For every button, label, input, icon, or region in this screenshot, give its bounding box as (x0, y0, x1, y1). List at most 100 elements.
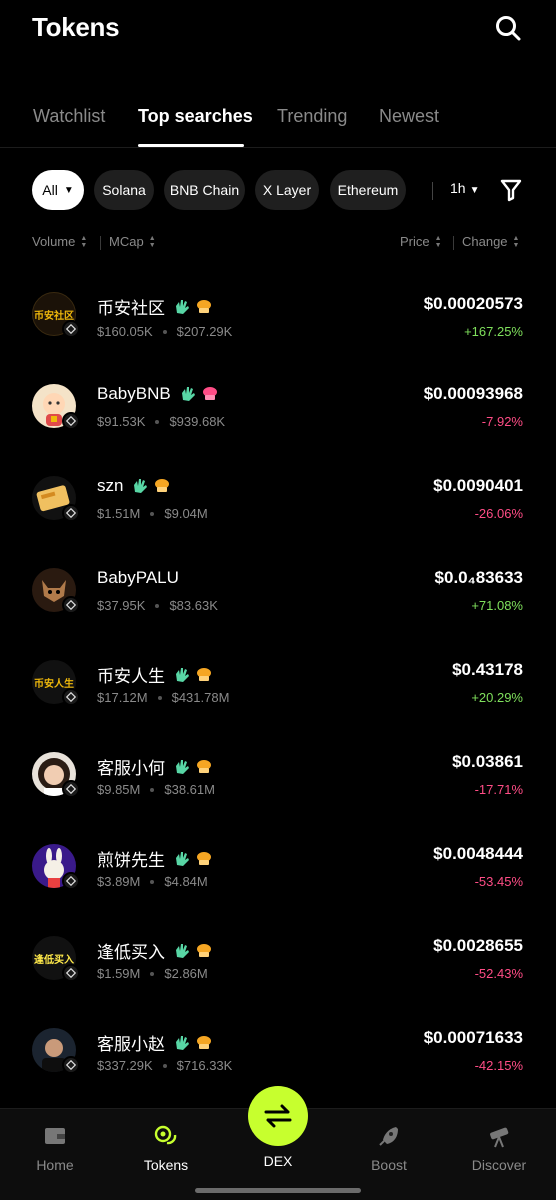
token-mcap: $83.63K (169, 598, 218, 613)
token-mcap: $9.04M (164, 506, 208, 521)
tab-newest[interactable]: Newest (379, 106, 439, 127)
token-meta: $17.12M $431.78M (97, 690, 229, 705)
token-mcap: $716.33K (176, 1058, 233, 1073)
token-price: $0.0048444 (433, 844, 523, 863)
bnb-chain-icon (62, 780, 80, 798)
search-icon[interactable] (494, 14, 522, 42)
nav-discover[interactable]: Discover (449, 1123, 549, 1173)
tab-top-searches[interactable]: Top searches (138, 106, 253, 127)
nav-home[interactable]: Home (5, 1123, 105, 1173)
token-name: 币安社区 (97, 299, 165, 318)
sort-volume[interactable]: Volume ▲ ▼ (32, 234, 87, 249)
token-change: -17.71% (474, 782, 523, 797)
token-row[interactable]: 币安人生 币安人生 $17.12M $431.78M $0.43178 +20.… (0, 638, 556, 730)
waving-hand-icon (176, 851, 189, 866)
token-meta: $337.29K $716.33K (97, 1058, 232, 1073)
token-row[interactable]: 逢低买入 逢低买入 $1.59M $2.86M $0.0028655 -52.4… (0, 914, 556, 1006)
chef-hat-icon (197, 943, 211, 957)
nav-label: Home (36, 1157, 74, 1173)
sort-mcap[interactable]: MCap ▲ ▼ (109, 234, 156, 249)
token-change: -42.15% (474, 1058, 523, 1073)
token-mcap: $431.78M (171, 690, 230, 705)
separator-dot (155, 419, 160, 424)
separator-dot (150, 971, 155, 976)
token-row[interactable]: BabyPALU $37.95K $83.63K $0.0₄83633 +71.… (0, 546, 556, 638)
token-row[interactable]: BabyBNB $91.53K $939.68K $0.00093968 -7.… (0, 362, 556, 454)
sort-arrows-icon: ▲ ▼ (512, 234, 520, 249)
sort-arrows-icon: ▲ ▼ (434, 234, 442, 249)
sort-change[interactable]: Change ▲ ▼ (462, 234, 519, 249)
token-mcap: $4.84M (164, 874, 208, 889)
token-name: BabyPALU (97, 568, 179, 587)
token-row[interactable]: 客服小何 $9.85M $38.61M $0.03861 -17.71% (0, 730, 556, 822)
chip-label: X Layer (262, 182, 312, 198)
nav-tokens[interactable]: Tokens (116, 1123, 216, 1173)
bnb-chain-icon (62, 964, 80, 982)
token-meta: $9.85M $38.61M (97, 782, 215, 797)
filter-icon[interactable] (500, 178, 522, 202)
waving-hand-icon (181, 387, 195, 401)
chef-hat-icon (155, 479, 170, 492)
telescope-icon (490, 1127, 509, 1148)
chip-bnb-chain[interactable]: BNB Chain (164, 170, 245, 210)
divider (432, 182, 433, 200)
dex-swap-button[interactable] (248, 1086, 308, 1146)
time-range-select[interactable]: 1h ▼ (450, 180, 479, 196)
tab-trending[interactable]: Trending (277, 106, 347, 127)
token-name-row: 煎饼先生 (97, 846, 213, 871)
token-mcap: $207.29K (176, 324, 233, 339)
token-row[interactable]: 客服小赵 $337.29K $716.33K $0.00071633 -42.1… (0, 1006, 556, 1098)
token-price: $0.0₄83633 (434, 568, 523, 587)
chip-solana[interactable]: Solana (94, 170, 154, 210)
token-change: +20.29% (471, 690, 523, 705)
chef-hat-icon (197, 759, 211, 773)
token-price: $0.0028655 (433, 936, 523, 955)
bnb-chain-icon (62, 872, 80, 890)
sort-bar: Volume ▲ ▼ MCap ▲ ▼ Price ▲ ▼ Change ▲ ▼ (0, 232, 556, 254)
sort-arrows-icon: ▲ ▼ (148, 234, 156, 249)
token-row[interactable]: 煎饼先生 $3.89M $4.84M $0.0048444 -53.45% (0, 822, 556, 914)
token-mcap: $2.86M (164, 966, 208, 981)
sort-label: Price (400, 234, 430, 249)
token-volume: $91.53K (97, 414, 146, 429)
token-name: 煎饼先生 (97, 851, 165, 870)
separator-dot (162, 329, 167, 334)
tab-bar: Watchlist Top searches Trending Newest (0, 96, 556, 148)
swap-arrows-icon (264, 1104, 292, 1128)
bnb-chain-icon (62, 504, 80, 522)
token-name-row: 逢低买入 (97, 938, 213, 963)
bnb-chain-icon (62, 320, 80, 338)
token-name-row: BabyPALU (97, 568, 179, 588)
sort-label: Change (462, 234, 508, 249)
token-volume: $337.29K (97, 1058, 153, 1073)
chef-hat-icon (197, 1035, 211, 1049)
token-meta: $160.05K $207.29K (97, 324, 232, 339)
token-volume: $1.59M (97, 966, 141, 981)
token-price: $0.00071633 (423, 1028, 523, 1047)
sort-arrows-icon: ▲ ▼ (80, 234, 88, 249)
token-name: 币安人生 (97, 667, 165, 686)
chip-all[interactable]: All ▼ (32, 170, 84, 210)
divider (100, 236, 101, 250)
token-name: BabyBNB (97, 384, 171, 403)
chip-ethereum[interactable]: Ethereum (330, 170, 406, 210)
token-name-row: 币安人生 (97, 662, 213, 687)
sort-label: MCap (109, 234, 144, 249)
chef-hat-icon (202, 387, 217, 400)
caret-down-icon: ▼ (469, 185, 480, 196)
caret-down-icon: ▼ (63, 184, 74, 196)
sort-price[interactable]: Price ▲ ▼ (400, 234, 442, 249)
token-name: 逢低买入 (97, 943, 165, 962)
token-row[interactable]: 币安社区 币安社区 $160.05K $207.29K $0.00020573 … (0, 270, 556, 362)
token-name: 客服小赵 (97, 1035, 165, 1054)
token-name: 客服小何 (97, 759, 165, 778)
token-change: -53.45% (474, 874, 523, 889)
token-name-row: szn (97, 476, 171, 496)
tab-watchlist[interactable]: Watchlist (33, 106, 105, 127)
nav-label: Tokens (143, 1157, 189, 1173)
chip-x-layer[interactable]: X Layer (255, 170, 319, 210)
bnb-chain-icon (62, 596, 80, 614)
token-row[interactable]: szn $1.51M $9.04M $0.0090401 -26.06% (0, 454, 556, 546)
token-meta: $91.53K $939.68K (97, 414, 225, 429)
nav-boost[interactable]: Boost (339, 1123, 439, 1173)
